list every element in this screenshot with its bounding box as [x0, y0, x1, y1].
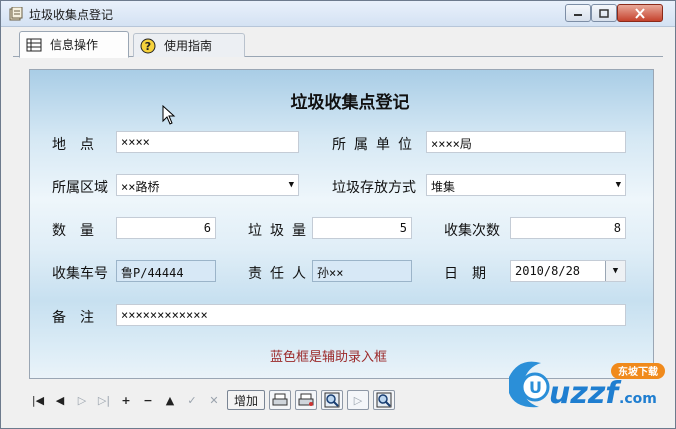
registration-form: 垃圾收集点登记 地 点 ×××× 所属单位 ××××局 所属区域 ××路桥 ▼ …: [29, 69, 654, 379]
area-select[interactable]: ××路桥 ▼: [116, 174, 299, 196]
printer-icon: [298, 393, 314, 406]
maximize-icon: [599, 8, 609, 18]
printer-icon: [272, 393, 288, 406]
date-picker[interactable]: 2010/8/28 ▼: [510, 260, 626, 282]
table-icon: [26, 37, 42, 53]
app-icon: [9, 7, 23, 21]
vehicle-field[interactable]: 鲁P/44444: [116, 260, 216, 282]
cancel-record-button[interactable]: ✕: [205, 390, 223, 410]
garbage-amount-field[interactable]: 5: [312, 217, 412, 239]
unit-label: 所属单位: [332, 137, 420, 153]
search-button[interactable]: [321, 390, 344, 410]
collect-times-label: 收集次数: [444, 223, 500, 239]
area-label: 所属区域: [52, 180, 108, 196]
vehicle-label: 收集车号: [52, 266, 108, 282]
minimize-button[interactable]: [565, 4, 591, 22]
assist-hint: 蓝色框是辅助录入框: [270, 350, 388, 365]
print-preview-button[interactable]: [295, 390, 318, 410]
first-record-button[interactable]: |◀: [29, 390, 47, 410]
location-label: 地 点: [52, 137, 94, 153]
area-value: ××路桥: [121, 180, 160, 194]
remark-field[interactable]: ××××××××××××: [116, 304, 626, 326]
maximize-button[interactable]: [591, 4, 617, 22]
tab-user-guide[interactable]: ? 使用指南: [133, 33, 245, 57]
quantity-label: 数 量: [52, 223, 94, 239]
search-icon: [324, 392, 340, 408]
unit-field[interactable]: ××××局: [426, 131, 626, 153]
close-icon: [635, 7, 645, 19]
help-icon: ?: [140, 38, 156, 54]
search-icon: [376, 392, 392, 408]
close-button[interactable]: [617, 4, 663, 22]
tab-info-operation[interactable]: 信息操作: [19, 31, 129, 58]
remark-label: 备 注: [52, 310, 94, 326]
chevron-down-icon[interactable]: ▼: [616, 180, 621, 190]
svg-text:U: U: [529, 378, 542, 397]
tab-info-operation-label: 信息操作: [50, 38, 99, 52]
edit-record-button[interactable]: ▲: [161, 390, 179, 410]
prev-record-button[interactable]: ◀: [51, 390, 69, 410]
storage-select[interactable]: 堆集 ▼: [426, 174, 626, 196]
window-title: 垃圾收集点登记: [29, 8, 114, 22]
svg-text:东坡下载: 东坡下载: [618, 365, 658, 378]
garbage-amount-label: 垃圾量: [248, 223, 314, 239]
location-field[interactable]: ××××: [116, 131, 299, 153]
person-field[interactable]: 孙××: [312, 260, 412, 282]
title-bar: 垃圾收集点登记: [1, 1, 675, 27]
print-button[interactable]: [269, 390, 292, 410]
next-page-button[interactable]: ▷: [347, 390, 370, 410]
next-record-button[interactable]: ▷: [73, 390, 91, 410]
person-label: 责任人: [248, 266, 314, 282]
svg-text:.com: .com: [619, 391, 657, 407]
svg-text:uzzf: uzzf: [549, 376, 622, 411]
tab-bar: 信息操作 ? 使用指南: [13, 31, 663, 58]
form-title: 垃圾收集点登记: [290, 93, 410, 113]
chevron-down-icon[interactable]: ▼: [289, 180, 294, 190]
app-window: 垃圾收集点登记 信息操作 ? 使用指南 垃圾收集点登记 地 点 ×××× 所属单: [0, 0, 676, 429]
insert-record-button[interactable]: +: [117, 390, 135, 410]
zoom-search-button[interactable]: [373, 390, 396, 410]
storage-value: 堆集: [431, 180, 456, 194]
delete-record-button[interactable]: −: [139, 390, 157, 410]
watermark-logo: U uzzf .com 东坡下载: [509, 361, 665, 411]
date-value: 2010/8/28: [515, 264, 581, 278]
collect-times-field[interactable]: 8: [510, 217, 626, 239]
mouse-cursor-icon: [162, 105, 176, 125]
svg-text:?: ?: [145, 40, 151, 53]
storage-label: 垃圾存放方式: [332, 180, 416, 196]
add-button[interactable]: 增加: [227, 390, 266, 410]
tab-user-guide-label: 使用指南: [164, 39, 213, 53]
post-record-button[interactable]: ✓: [183, 390, 201, 410]
quantity-field[interactable]: 6: [116, 217, 216, 239]
last-record-button[interactable]: ▷|: [95, 390, 113, 410]
date-label: 日 期: [444, 266, 486, 282]
minimize-icon: [574, 14, 582, 16]
date-dropdown-icon[interactable]: ▼: [605, 261, 625, 281]
